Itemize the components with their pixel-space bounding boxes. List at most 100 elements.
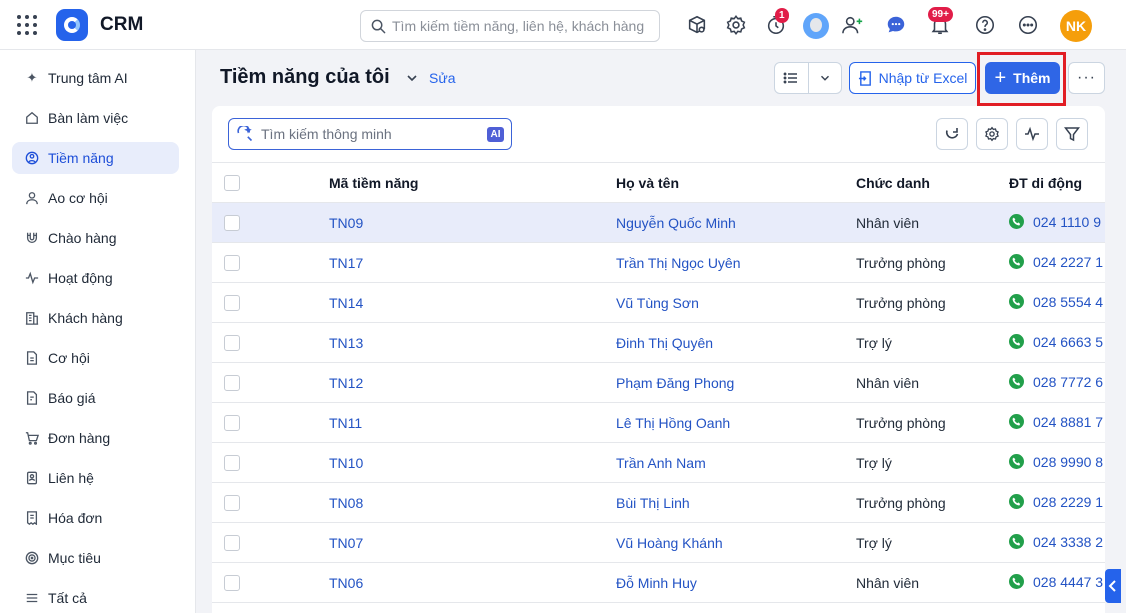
chevron-down-icon[interactable] <box>404 70 420 86</box>
row-checkbox[interactable] <box>224 535 240 552</box>
lead-code-link[interactable]: TN13 <box>329 322 616 363</box>
column-header[interactable]: ĐT di động <box>1009 162 1105 203</box>
sidebar-item-opportunity-pool[interactable]: Ao cơ hội <box>12 182 179 214</box>
sidebar-item-quotes[interactable]: Báo giá <box>12 382 179 414</box>
phone-icon[interactable] <box>1009 413 1024 429</box>
lead-mobile-cell[interactable]: 024 8881 7 <box>1009 402 1105 443</box>
sidebar-item-offers[interactable]: Chào hàng <box>12 222 179 254</box>
phone-icon[interactable] <box>1009 533 1024 549</box>
app-grid-icon[interactable] <box>16 14 38 36</box>
lead-mobile-cell[interactable]: 024 3338 2 <box>1009 522 1105 563</box>
smart-search-input[interactable] <box>261 126 476 142</box>
lead-mobile-cell[interactable]: 024 1110 9 <box>1009 202 1105 243</box>
table-row[interactable]: TN08 Bùi Thị Linh Trưởng phòng 028 2229 1 <box>212 482 1105 523</box>
lead-name-link[interactable]: Trần Anh Nam <box>616 442 856 483</box>
chat-icon[interactable] <box>884 13 908 37</box>
table-row[interactable]: TN11 Lê Thị Hồng Oanh Trưởng phòng 024 8881… <box>212 402 1105 443</box>
lead-name-link[interactable]: Vũ Tùng Sơn <box>616 282 856 323</box>
add-button[interactable]: + Thêm <box>985 62 1060 94</box>
table-row[interactable]: TN13 Đinh Thị Quyên Trợ lý 024 6663 5 <box>212 322 1105 363</box>
row-checkbox[interactable] <box>224 295 240 312</box>
lead-name-link[interactable]: Vũ Hoàng Khánh <box>616 522 856 563</box>
row-checkbox[interactable] <box>224 215 240 232</box>
row-checkbox[interactable] <box>224 575 240 592</box>
sidebar-item-orders[interactable]: Đơn hàng <box>12 422 179 454</box>
help-icon[interactable] <box>973 13 997 37</box>
lead-mobile-cell[interactable]: 024 6663 5 <box>1009 322 1105 363</box>
lead-mobile-cell[interactable]: 028 5554 4 <box>1009 282 1105 323</box>
phone-icon[interactable] <box>1009 253 1024 269</box>
import-excel-button[interactable]: Nhập từ Excel <box>849 62 976 94</box>
global-search[interactable] <box>360 10 660 42</box>
sidebar-item-opportunities[interactable]: Cơ hội <box>12 342 179 374</box>
activity-chart-button[interactable] <box>1016 118 1048 150</box>
column-header[interactable]: Họ và tên <box>616 162 856 203</box>
user-avatar[interactable]: NK <box>1060 10 1092 42</box>
table-row[interactable]: TN10 Trần Anh Nam Trợ lý 028 9990 8 <box>212 442 1105 483</box>
refresh-button[interactable] <box>936 118 968 150</box>
table-settings-button[interactable] <box>976 118 1008 150</box>
lead-name-link[interactable]: Đỗ Minh Huy <box>616 562 856 603</box>
phone-icon[interactable] <box>1009 213 1024 229</box>
sidebar-item-activities[interactable]: Hoạt động <box>12 262 179 294</box>
sidebar-item-invoices[interactable]: Hóa đơn <box>12 502 179 534</box>
column-header[interactable]: Mã tiềm năng <box>329 162 616 203</box>
box-search-icon[interactable] <box>685 13 709 37</box>
phone-icon[interactable] <box>1009 493 1024 509</box>
phone-icon[interactable] <box>1009 373 1024 389</box>
more-actions-button[interactable]: ··· <box>1068 62 1105 94</box>
row-checkbox[interactable] <box>224 495 240 512</box>
row-checkbox[interactable] <box>224 335 240 352</box>
lead-name-link[interactable]: Đinh Thị Quyên <box>616 322 856 363</box>
sidebar-item-leads[interactable]: Tiềm năng <box>12 142 179 174</box>
sidebar-item-ai-center[interactable]: ✦ Trung tâm AI <box>12 62 179 94</box>
table-row[interactable]: TN07 Vũ Hoàng Khánh Trợ lý 024 3338 2 <box>212 522 1105 563</box>
lead-code-link[interactable]: TN17 <box>329 242 616 283</box>
collapse-panel-tab[interactable] <box>1105 569 1121 603</box>
edit-view-link[interactable]: Sửa <box>429 70 456 86</box>
sidebar-item-contacts[interactable]: Liên hệ <box>12 462 179 494</box>
lead-mobile-cell[interactable]: 028 9990 8 <box>1009 442 1105 483</box>
lead-name-link[interactable]: Phạm Đăng Phong <box>616 362 856 403</box>
sidebar-item-goals[interactable]: Mục tiêu <box>12 542 179 574</box>
lead-code-link[interactable]: TN12 <box>329 362 616 403</box>
ai-assistant-avatar[interactable] <box>803 13 829 39</box>
table-row[interactable]: TN12 Phạm Đăng Phong Nhân viên 028 7772 6 <box>212 362 1105 403</box>
lead-mobile-cell[interactable]: 028 7772 6 <box>1009 362 1105 403</box>
view-dropdown-button[interactable] <box>809 63 842 93</box>
filter-button[interactable] <box>1056 118 1088 150</box>
row-checkbox[interactable] <box>224 375 240 392</box>
sidebar-item-customers[interactable]: Khách hàng <box>12 302 179 334</box>
lead-code-link[interactable]: TN07 <box>329 522 616 563</box>
add-user-icon[interactable] <box>841 13 865 37</box>
row-checkbox[interactable] <box>224 255 240 272</box>
more-options-icon[interactable] <box>1016 13 1040 37</box>
lead-code-link[interactable]: TN11 <box>329 402 616 443</box>
lead-code-link[interactable]: TN10 <box>329 442 616 483</box>
lead-code-link[interactable]: TN06 <box>329 562 616 603</box>
lead-code-link[interactable]: TN08 <box>329 482 616 523</box>
sidebar-item-workspace[interactable]: Bàn làm việc <box>12 102 179 134</box>
phone-icon[interactable] <box>1009 453 1024 469</box>
list-view-button[interactable] <box>775 63 809 93</box>
lead-mobile-cell[interactable]: 028 2229 1 <box>1009 482 1105 523</box>
column-header[interactable]: Chức danh <box>856 162 1009 203</box>
lead-mobile-cell[interactable]: 028 4447 3 <box>1009 562 1105 603</box>
table-row[interactable]: TN14 Vũ Tùng Sơn Trưởng phòng 028 5554 4 <box>212 282 1105 323</box>
lead-code-link[interactable]: TN14 <box>329 282 616 323</box>
lead-code-link[interactable]: TN09 <box>329 202 616 243</box>
settings-icon[interactable] <box>724 13 748 37</box>
select-all-checkbox[interactable] <box>224 175 240 192</box>
phone-icon[interactable] <box>1009 333 1024 349</box>
row-checkbox[interactable] <box>224 415 240 432</box>
sidebar-item-all[interactable]: Tất cả <box>12 582 179 613</box>
table-row[interactable]: TN06 Đỗ Minh Huy Nhân viên 028 4447 3 <box>212 562 1105 603</box>
row-checkbox[interactable] <box>224 455 240 472</box>
lead-name-link[interactable]: Bùi Thị Linh <box>616 482 856 523</box>
phone-icon[interactable] <box>1009 293 1024 309</box>
phone-icon[interactable] <box>1009 573 1024 589</box>
lead-mobile-cell[interactable]: 024 2227 1 <box>1009 242 1105 283</box>
smart-search[interactable]: AI <box>228 118 512 150</box>
table-row[interactable]: TN09 Nguyễn Quốc Minh Nhân viên 024 1110 9 <box>212 202 1105 243</box>
lead-name-link[interactable]: Lê Thị Hồng Oanh <box>616 402 856 443</box>
